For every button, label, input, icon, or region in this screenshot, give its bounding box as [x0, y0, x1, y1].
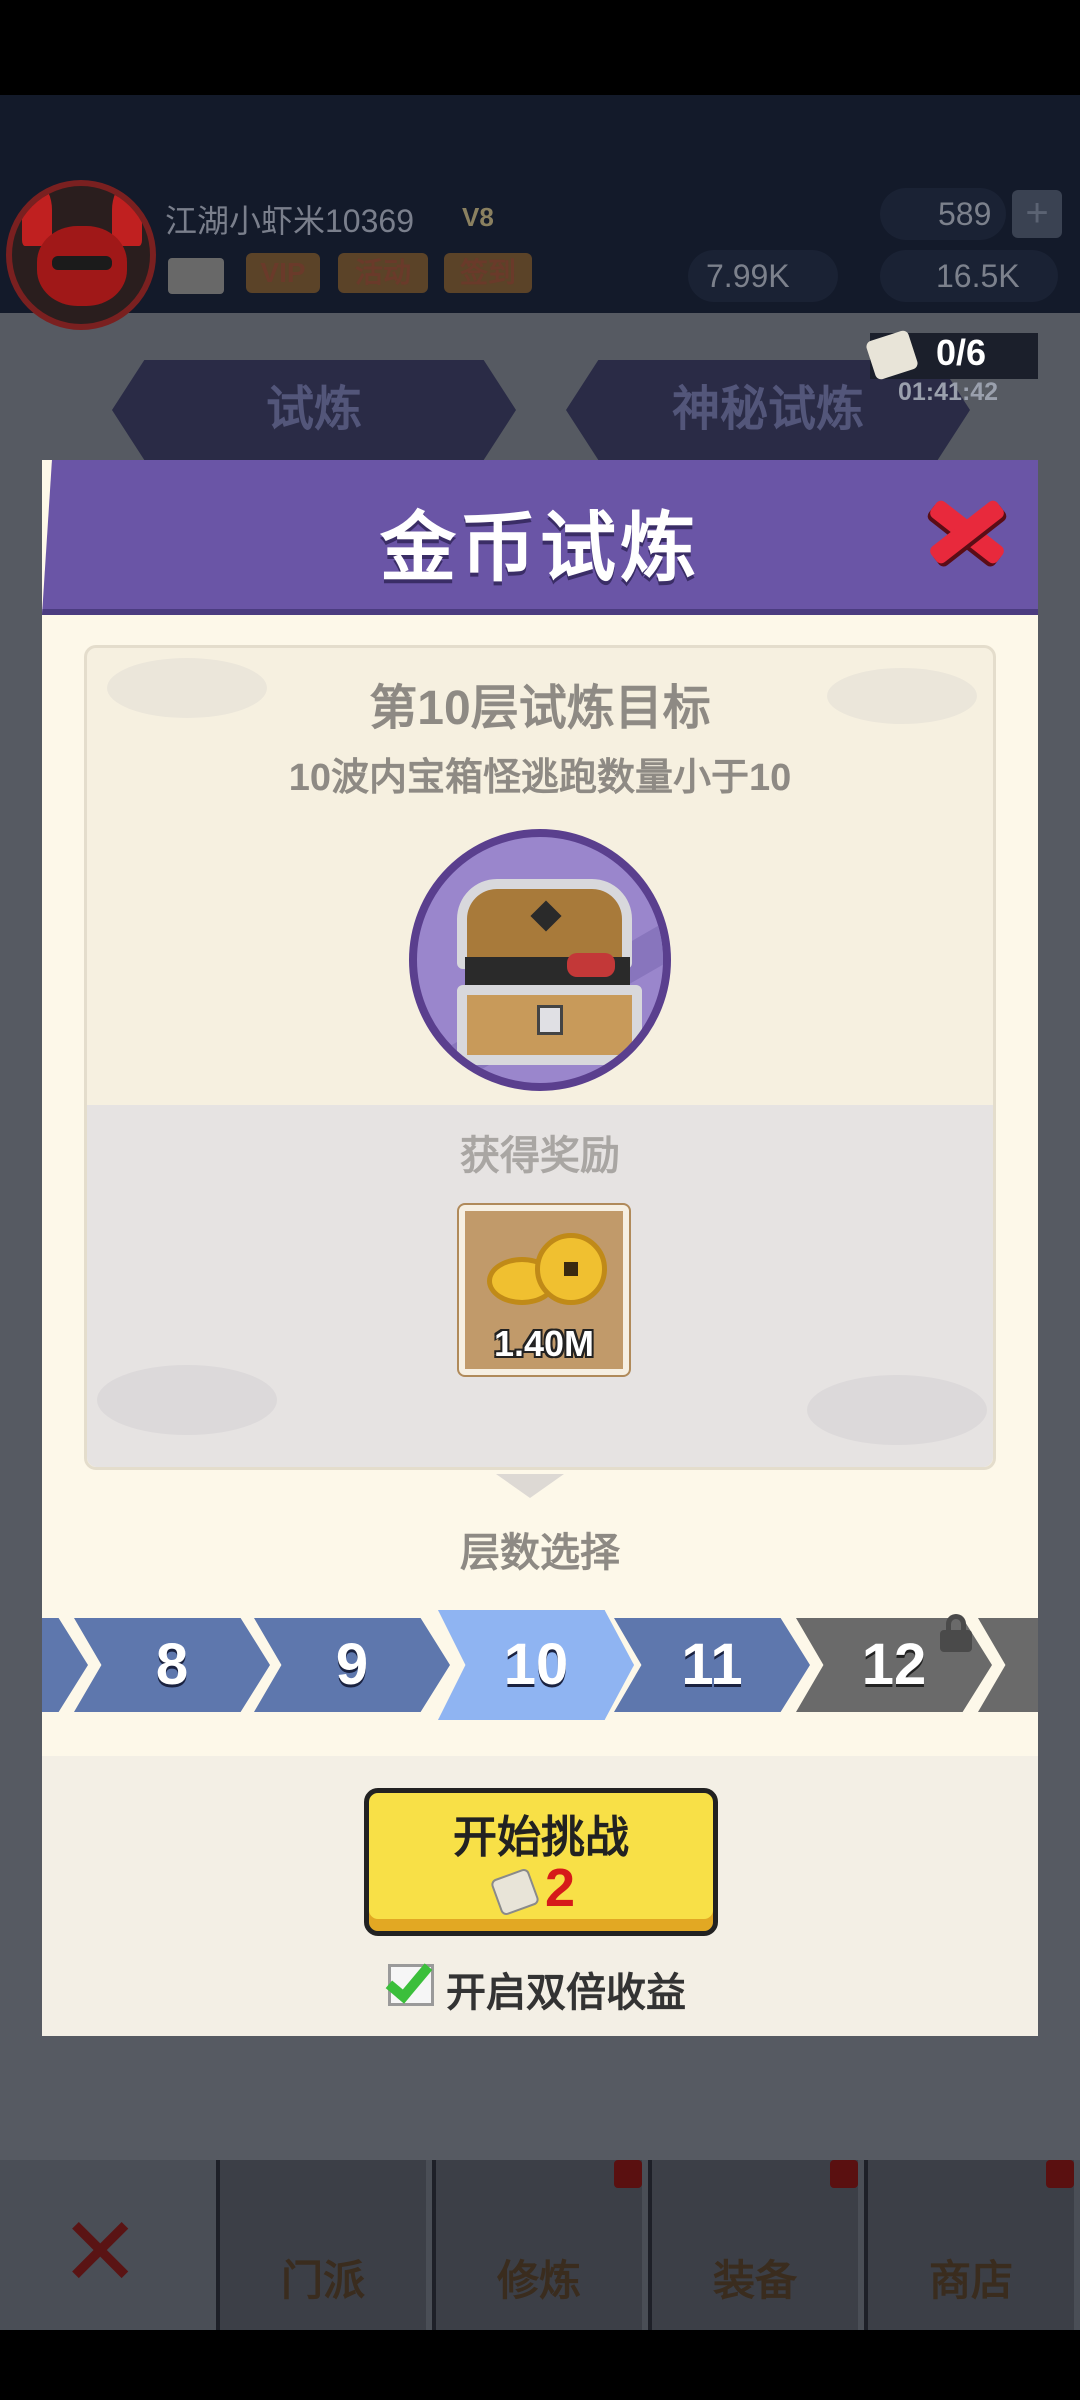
ticket-count: 0/6 [936, 332, 987, 373]
ticket-cost: 2 [545, 1858, 576, 1918]
nav-cultivate[interactable]: 修炼 [432, 2160, 642, 2330]
coins-counter: 16.5K [880, 250, 1058, 302]
gems-value: 589 [938, 196, 992, 232]
vip-level-badge: V8 [462, 202, 494, 232]
goal-title: 第10层试炼目标 [369, 682, 711, 735]
double-reward-checkbox[interactable] [385, 1954, 434, 2006]
cloud-decoration [97, 1365, 277, 1435]
nav-cultivate-label: 修炼 [496, 2257, 581, 2304]
treasure-chest-monster-icon [409, 829, 671, 1091]
close-icon[interactable]: ✕ [60, 2205, 140, 2301]
floor-option-10-selected[interactable]: 10 [438, 1610, 634, 1720]
reward-panel: 获得奖励 1.40M [87, 1105, 993, 1467]
start-challenge-button[interactable]: 开始挑战 2 [364, 1788, 718, 1936]
nav-sect-label: 门派 [280, 2257, 365, 2304]
navigation-bar [0, 2330, 1080, 2400]
floor-select-label: 层数选择 [460, 1531, 620, 1575]
chest-eye [530, 900, 562, 932]
nav-shop[interactable]: 商店 [864, 2160, 1074, 2330]
notification-dot [614, 2160, 642, 2188]
floor-option-11[interactable]: 11 [614, 1618, 810, 1712]
double-reward-label[interactable]: 开启双倍收益 [446, 1960, 686, 2018]
nav-equipment[interactable]: 装备 [648, 2160, 858, 2330]
goal-description: 10波内宝箱怪逃跑数量小于10 [288, 757, 792, 799]
status-bar [0, 0, 1080, 95]
notification-dot [830, 2160, 858, 2188]
gems-counter: 589 [880, 188, 1006, 240]
notification-dot [1046, 2160, 1074, 2188]
vip-button[interactable]: VIP [246, 253, 320, 293]
coin-hole [564, 1262, 578, 1276]
tab-trial[interactable]: 试炼 [112, 360, 516, 460]
floor-option-prev[interactable] [42, 1618, 88, 1712]
tokens-counter: 7.99K [688, 250, 838, 302]
chest-latch [537, 1005, 563, 1035]
start-challenge-label: 开始挑战 [453, 1813, 629, 1862]
floor-option-9[interactable]: 9 [254, 1618, 450, 1712]
lock-body [940, 1630, 972, 1652]
trial-goal-card: 第10层试炼目标 10波内宝箱怪逃跑数量小于10 获得奖励 1.40M [84, 645, 996, 1470]
coins-value: 16.5K [936, 258, 1020, 294]
refresh-timer: 01:41:42 [898, 378, 999, 406]
player-name: 江湖小虾米10369 [165, 203, 414, 239]
floor-selector: 8 9 10 11 12 [42, 1610, 1038, 1720]
close-button[interactable] [920, 486, 1010, 576]
nav-sect[interactable]: 门派 [216, 2160, 426, 2330]
reward-pointer [496, 1474, 564, 1498]
ticket-icon [489, 1867, 541, 1917]
chest-tongue [567, 953, 615, 977]
gold-trial-dialog: 金币试炼 第10层试炼目标 10波内宝箱怪逃跑数量小于10 获得奖励 1.40M… [42, 460, 1038, 2036]
reward-title: 获得奖励 [460, 1134, 620, 1178]
chest-body [457, 985, 642, 1065]
avatar-eyes [52, 256, 112, 270]
checkin-button[interactable]: 签到 [444, 253, 532, 293]
nav-equipment-label: 装备 [712, 2257, 797, 2304]
tokens-value: 7.99K [706, 258, 790, 294]
gold-coin-reward[interactable]: 1.40M [459, 1205, 629, 1375]
reward-amount: 1.40M [493, 1323, 595, 1364]
lock-icon [940, 1614, 972, 1652]
nav-shop-label: 商店 [928, 2257, 1013, 2304]
floor-option-8[interactable]: 8 [74, 1618, 270, 1712]
coin-icon [535, 1233, 607, 1305]
player-avatar[interactable] [6, 180, 156, 330]
mail-icon[interactable] [168, 258, 224, 294]
activity-button[interactable]: 活动 [338, 253, 428, 293]
cloud-decoration [807, 1375, 987, 1445]
dialog-title: 金币试炼 [380, 506, 700, 591]
add-gems-button[interactable]: + [1012, 190, 1062, 238]
